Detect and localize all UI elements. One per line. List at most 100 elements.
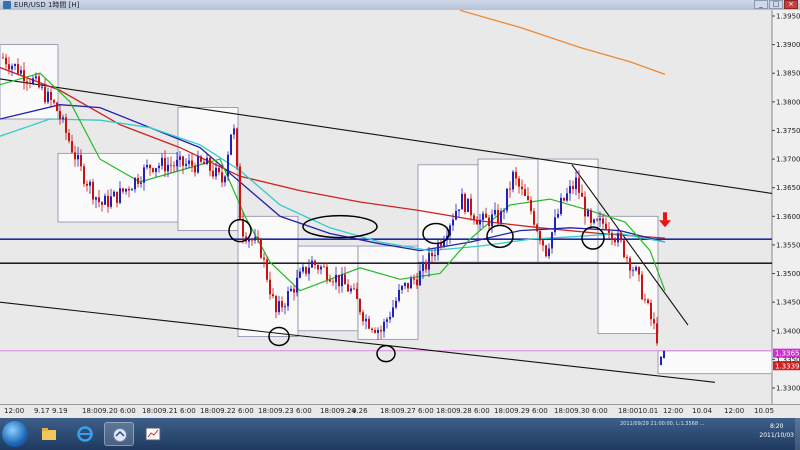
window-titlebar: EUR/USD 1時間 [H] _ □ × [0,0,800,10]
candle-down [347,284,349,292]
candle-up [140,182,142,184]
candle-down [251,239,253,241]
candle-down [338,274,340,287]
taskbar-app-icon[interactable] [104,422,134,446]
candle-up [125,188,127,192]
candle-down [83,166,85,184]
candle-down [623,240,625,258]
candle-up [215,167,217,177]
candle-down [2,57,4,59]
candle-up [452,219,454,226]
candle-up [143,167,145,183]
candle-down [536,224,538,232]
price-tick-label: 1.3650 [776,184,800,192]
maximize-button[interactable]: □ [769,0,783,9]
price-tick-label: 1.3350 [776,356,800,364]
candle-down [98,197,100,203]
candle-down [173,165,175,167]
candle-up [434,255,436,257]
candle-up [185,163,187,166]
candle-up [632,270,634,272]
candle-up [146,164,148,168]
price-tick-label: 1.3600 [776,213,800,221]
candle-up [386,319,388,322]
candle-down [656,323,658,344]
candle-down [539,231,541,241]
candle-down [596,219,598,221]
taskbar: 2011/09/29 21:00:00, L:1.3568 ... 8:20 2… [0,418,800,450]
candle-down [647,299,649,303]
clock[interactable]: 8:20 2011/10/03 [759,422,794,440]
candle-down [521,186,523,190]
candle-up [663,350,665,359]
time-tick-label: 18:009.30 6:00 [554,407,608,415]
time-tick-label: 12:00 [724,407,745,415]
start-button[interactable] [2,421,28,447]
candle-down [200,156,202,162]
candle-down [473,215,475,221]
candle-up [197,156,199,173]
candle-up [308,267,310,274]
price-tick-label: 1.3550 [776,241,800,249]
time-tick-label: 12:00 [663,407,684,415]
candle-up [341,274,343,287]
candle-down [323,266,325,268]
candle-down [269,279,271,295]
candle-down [317,265,319,270]
taskbar-explorer-icon[interactable] [34,422,64,446]
taskbar-chart-icon[interactable] [138,422,168,446]
candle-down [326,266,328,280]
candle-down [239,166,241,219]
candle-down [59,110,61,120]
candle-down [137,177,139,184]
candle-up [419,270,421,286]
taskbar-ie-icon[interactable] [70,422,100,446]
show-desktop-button[interactable] [795,418,800,450]
candle-up [395,300,397,308]
candle-up [575,177,577,190]
candle-down [371,328,373,331]
candle-up [660,356,662,366]
candle-up [119,188,121,203]
candle-down [293,288,295,293]
close-button[interactable]: × [784,0,798,9]
chart-area[interactable]: 1.3365 1.3339 1.3950 1.3900 1.3850 1.3800 1.3… [0,10,800,404]
candle-down [527,195,529,200]
system-tray: 2011/09/29 21:00:00, L:1.3568 ... [620,420,760,448]
time-tick-label: 10.04 [692,407,713,415]
candle-up [188,160,190,164]
price-chart[interactable]: 1.33651.3339 1.39501.39001.38501.38001.3… [0,10,800,404]
candle-down [5,57,7,65]
candle-up [284,306,286,308]
candle-up [299,271,301,278]
window-controls: _ □ × [754,0,798,10]
candle-down [257,237,259,240]
candle-up [503,210,505,212]
candle-down [653,319,655,324]
candle-down [212,170,214,177]
candle-down [626,257,628,259]
candle-down [608,228,610,233]
candle-up [224,176,226,183]
time-tick-label: 18:009.29 6:00 [494,407,548,415]
candle-down [629,258,631,271]
candle-up [557,213,559,218]
candle-up [104,195,106,205]
candle-up [422,262,424,271]
candle-down [80,154,82,167]
candle-down [149,164,151,169]
price-tick-label: 1.3850 [776,70,800,78]
candle-up [41,86,43,88]
candle-up [206,157,208,165]
candle-up [176,159,178,167]
candle-down [545,245,547,257]
candle-down [518,178,520,187]
candle-up [113,191,115,197]
app-icon [3,1,11,9]
time-tick-label: 18:009.22 6:00 [200,407,254,415]
minimize-button[interactable]: _ [754,0,768,9]
session-range-box [657,350,773,375]
candle-down [116,191,118,203]
candle-down [74,152,76,160]
candle-down [218,167,220,173]
